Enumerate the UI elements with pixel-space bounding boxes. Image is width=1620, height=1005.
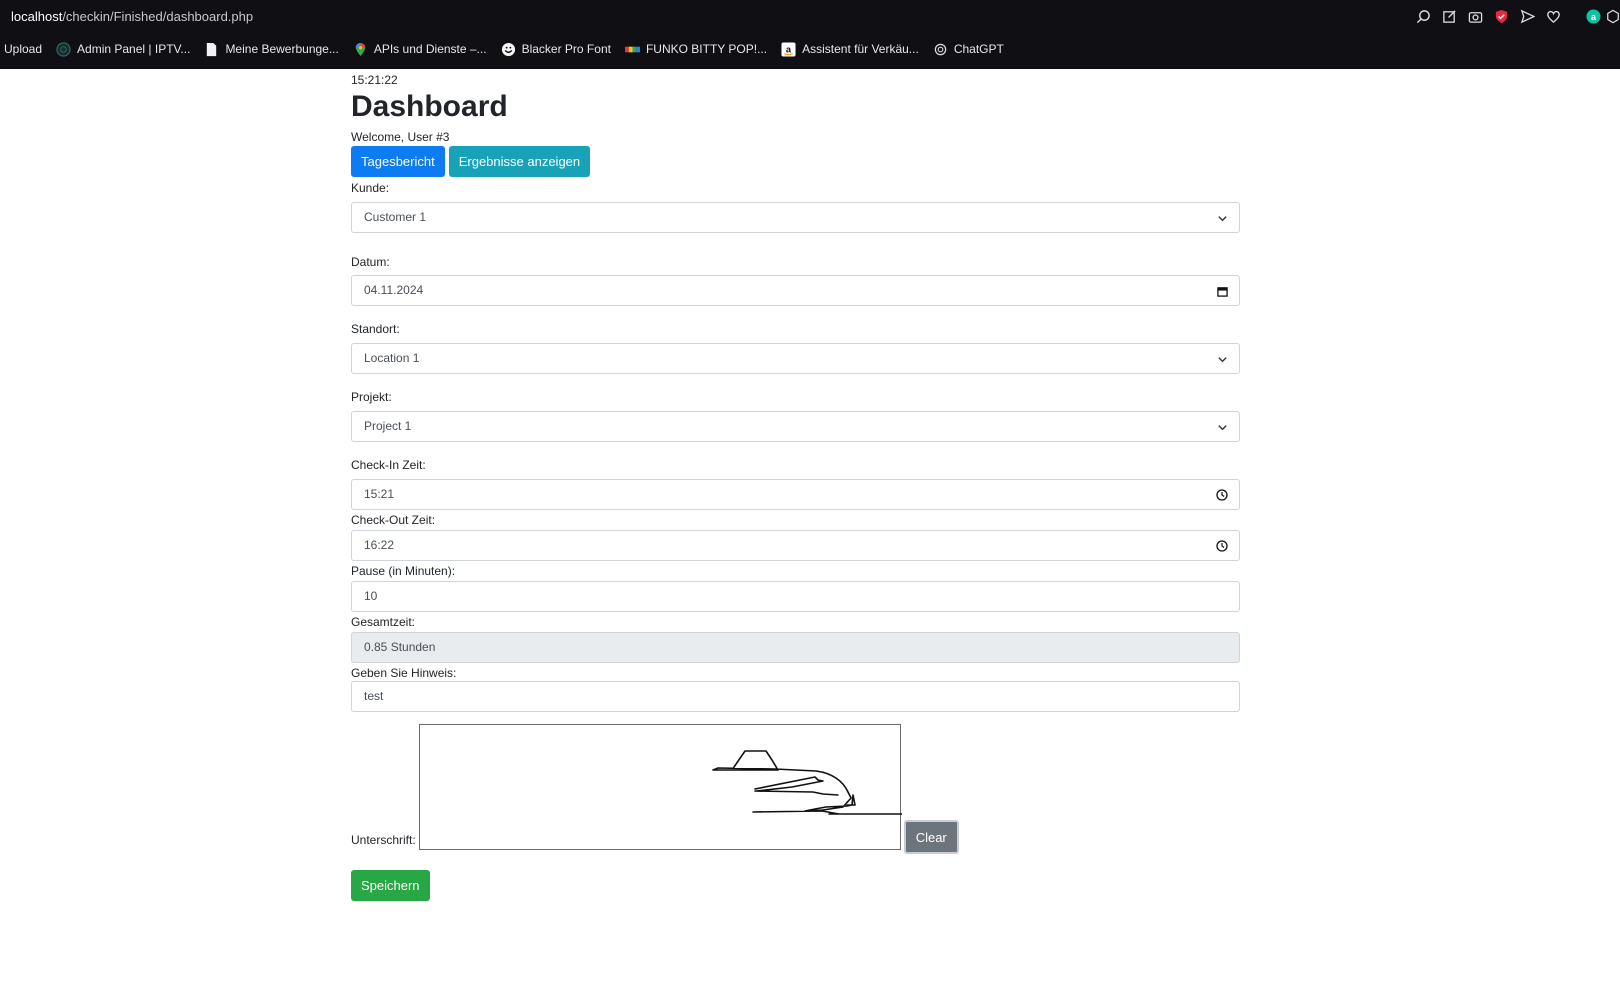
note-label: Geben Sie Hinweis: — [351, 666, 457, 680]
daily-report-button[interactable]: Tagesbericht — [351, 146, 445, 177]
edit-icon[interactable] — [1436, 6, 1462, 26]
send-icon[interactable] — [1514, 6, 1540, 26]
bookmark-label: ChatGPT — [953, 42, 1004, 56]
toolbar-icons: a — [1410, 6, 1620, 26]
calendar-icon[interactable] — [1215, 284, 1229, 298]
bookmark-funko[interactable]: FUNKO BITTY POP!... — [624, 42, 768, 57]
color-bars-icon — [624, 42, 640, 57]
bookmark-label: Assistent für Verkäu... — [802, 42, 919, 56]
bookmark-blacker-font[interactable]: Blacker Pro Font — [501, 42, 611, 57]
pause-label: Pause (in Minuten): — [351, 564, 456, 578]
shield-icon[interactable] — [1488, 6, 1514, 26]
chevron-down-icon — [1215, 420, 1229, 434]
svg-text:a: a — [1590, 11, 1596, 21]
bookmark-upload[interactable]: Upload — [4, 42, 42, 56]
url-host: localhost — [11, 9, 63, 24]
total-time-label: Gesamtzeit: — [351, 615, 416, 629]
zoom-icon[interactable] — [1410, 6, 1436, 26]
bookmarks-bar: Upload Admin Panel | IPTV... Meine Bewer… — [0, 38, 1018, 60]
action-buttons: Tagesbericht Ergebnisse anzeigen — [351, 146, 1240, 177]
address-bar[interactable]: localhost/checkin/Finished/dashboard.php — [11, 8, 253, 26]
date-label: Datum: — [351, 255, 390, 269]
svg-text:a: a — [786, 44, 792, 54]
save-button[interactable]: Speichern — [351, 870, 430, 901]
signature-drawing — [711, 750, 902, 815]
extension-icon[interactable] — [1606, 6, 1620, 26]
maps-pin-icon — [353, 42, 368, 57]
page-title: Dashboard — [351, 90, 508, 123]
customer-label: Kunde: — [351, 181, 390, 195]
note-input[interactable]: test — [351, 681, 1240, 712]
bookmark-label: APIs und Dienste –... — [373, 42, 487, 56]
date-input[interactable]: 04.11.2024 — [351, 275, 1240, 306]
checkout-time-input[interactable]: 16:22 — [351, 530, 1240, 561]
bookmark-label: FUNKO BITTY POP!... — [645, 42, 768, 56]
checkout-time-value: 16:22 — [364, 538, 395, 552]
checkin-time-value: 15:21 — [364, 487, 395, 501]
profile-icon[interactable]: a — [1580, 6, 1606, 26]
bookmark-label: Upload — [4, 42, 43, 56]
bookmark-amazon[interactable]: a Assistent für Verkäu... — [781, 41, 919, 57]
signature-row: Unterschrift: Clear — [351, 724, 1240, 854]
bookmark-chatgpt[interactable]: ChatGPT — [933, 42, 1004, 57]
bookmark-apis[interactable]: APIs und Dienste –... — [353, 42, 487, 57]
checkin-label: Check-In Zeit: — [351, 458, 426, 472]
customer-select-value: Customer 1 — [364, 210, 427, 224]
save-row: Speichern — [351, 870, 1240, 901]
page-icon — [204, 42, 219, 57]
dashboard-container: 15:21:22 Dashboard Welcome, User #3 Tage… — [351, 69, 1240, 901]
pause-input-value: 10 — [364, 589, 378, 603]
url-path: /checkin/Finished/dashboard.php — [62, 9, 254, 24]
clock-icon[interactable] — [1215, 488, 1229, 502]
smile-icon — [501, 42, 516, 57]
clear-signature-button[interactable]: Clear — [903, 820, 959, 854]
show-results-button[interactable]: Ergebnisse anzeigen — [448, 146, 591, 177]
checkout-label: Check-Out Zeit: — [351, 513, 436, 527]
browser-chrome: localhost/checkin/Finished/dashboard.php… — [0, 0, 1620, 69]
clear-button-wrap: Clear — [903, 820, 959, 854]
camera-icon[interactable] — [1462, 6, 1488, 26]
amazon-icon: a — [781, 41, 796, 57]
location-select[interactable]: Location 1 — [351, 343, 1240, 374]
bookmark-label: Meine Bewerbunge... — [225, 42, 339, 56]
date-input-value: 04.11.2024 — [364, 283, 424, 297]
location-select-value: Location 1 — [364, 351, 420, 365]
bookmark-bewerbungen[interactable]: Meine Bewerbunge... — [204, 42, 339, 57]
total-time-field: 0.85 Stunden — [351, 632, 1240, 663]
heart-icon[interactable] — [1540, 6, 1566, 26]
project-select[interactable]: Project 1 — [351, 411, 1240, 442]
bookmark-label: Admin Panel | IPTV... — [77, 42, 191, 56]
location-label: Standort: — [351, 322, 400, 336]
customer-select[interactable]: Customer 1 — [351, 202, 1240, 233]
chevron-down-icon — [1215, 211, 1229, 225]
clock-icon[interactable] — [1215, 539, 1229, 553]
current-time: 15:21:22 — [351, 73, 398, 87]
openai-icon — [933, 42, 948, 57]
project-select-value: Project 1 — [364, 419, 412, 433]
checkin-time-input[interactable]: 15:21 — [351, 479, 1240, 510]
project-label: Projekt: — [351, 390, 392, 404]
chevron-down-icon — [1215, 352, 1229, 366]
bookmark-label: Blacker Pro Font — [521, 42, 611, 56]
total-time-value: 0.85 Stunden — [364, 640, 436, 654]
circle-logo-icon — [56, 41, 71, 57]
welcome-text: Welcome, User #3 — [351, 130, 450, 144]
note-input-value: test — [364, 689, 384, 703]
pause-input[interactable]: 10 — [351, 581, 1240, 612]
bookmark-admin-panel[interactable]: Admin Panel | IPTV... — [56, 41, 191, 57]
signature-label: Unterschrift: — [351, 833, 416, 847]
signature-pad[interactable] — [418, 724, 902, 850]
